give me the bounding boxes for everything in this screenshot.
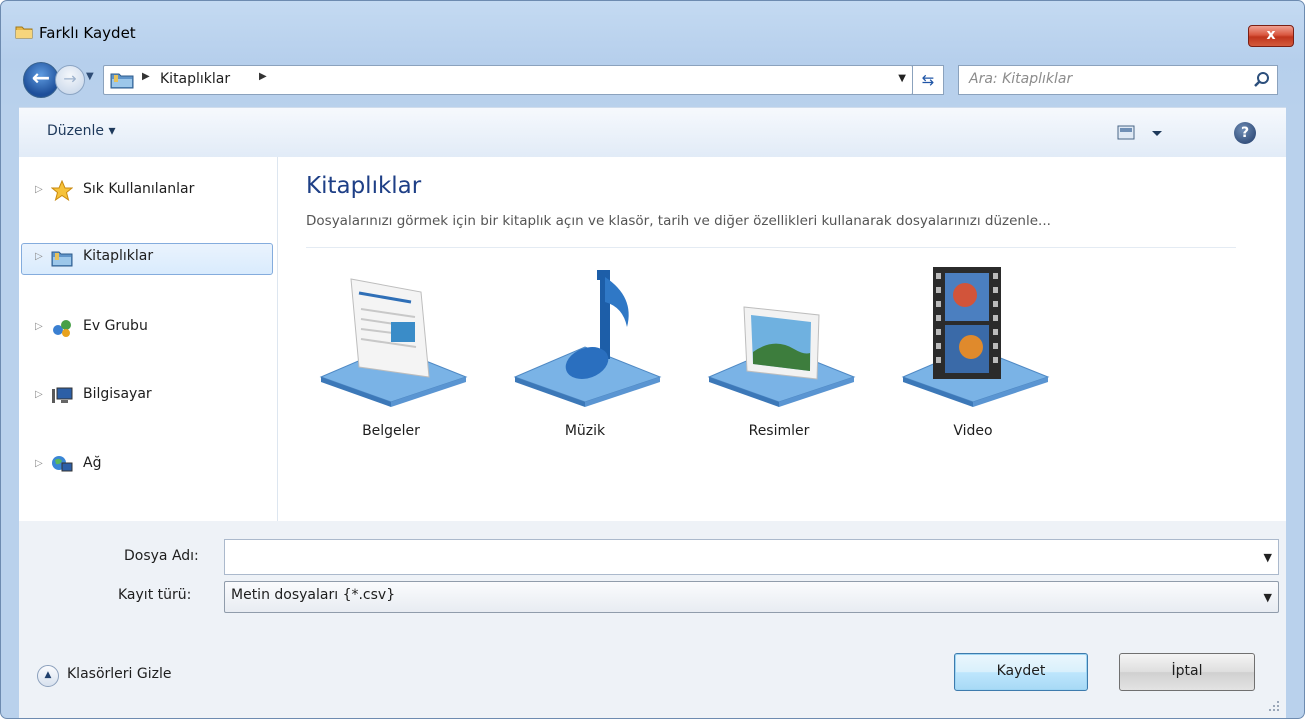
change-view-icon[interactable] (1116, 122, 1176, 144)
sidebar-item-label: Bilgisayar (83, 386, 152, 402)
sidebar-item-favorites[interactable]: ▷ Sık Kullanılanlar (21, 176, 271, 206)
hide-folders-label: Klasörleri Gizle (67, 666, 172, 682)
library-label: Müzik (564, 423, 606, 439)
command-bar: Düzenle ▾ ? (19, 107, 1286, 158)
homegroup-icon (53, 320, 71, 337)
expand-arrow-icon[interactable]: ▷ (35, 458, 43, 469)
refresh-button[interactable]: ⇆ (912, 65, 944, 95)
navigation-pane: ▷ Sık Kullanılanlar ▷ Kitaplıklar ▷ Ev G… (19, 157, 278, 521)
library-item-documents[interactable]: Belgeler (306, 267, 476, 447)
expand-arrow-icon[interactable]: ▷ (35, 389, 43, 400)
help-button[interactable]: ? (1234, 122, 1256, 144)
filetype-dropdown-icon[interactable]: ▼ (1264, 591, 1272, 604)
browser-pane: ▷ Sık Kullanılanlar ▷ Kitaplıklar ▷ Ev G… (19, 157, 1286, 521)
music-library-icon (513, 270, 662, 407)
sidebar-item-label: Kitaplıklar (83, 248, 154, 264)
address-dropdown-icon[interactable]: ▼ (898, 73, 906, 84)
sidebar-item-libraries[interactable]: ▷ Kitaplıklar (21, 243, 273, 275)
library-label: Video (953, 423, 993, 439)
save-as-dialog: Farklı Kaydet x ← → ▼ ▶ Kitaplıklar ▶ ▼ … (0, 0, 1305, 719)
breadcrumb-separator-icon[interactable]: ▶ (142, 71, 150, 82)
star-icon (51, 180, 73, 202)
filename-label: Dosya Adı: (124, 548, 199, 564)
save-button[interactable]: Kaydet (954, 653, 1088, 691)
filename-dropdown-icon[interactable]: ▼ (1264, 551, 1272, 564)
libraries-view: Kitaplıklar Dosyalarınızı görmek için bi… (278, 157, 1286, 521)
library-label: Belgeler (362, 423, 420, 439)
folder-icon (15, 26, 33, 39)
library-item-pictures[interactable]: Resimler (694, 267, 864, 447)
documents-library-icon (319, 278, 468, 407)
computer-icon (52, 387, 73, 403)
library-label: Resimler (748, 423, 810, 439)
sidebar-item-computer[interactable]: ▷ Bilgisayar (21, 381, 271, 411)
sidebar-item-network[interactable]: ▷ Ağ (21, 450, 271, 480)
navigation-bar: ← → ▼ ▶ Kitaplıklar ▶ ▼ ⇆ Ara: Kitaplıkl… (19, 61, 1294, 99)
pictures-library-icon (707, 306, 856, 407)
library-item-videos[interactable]: Video (888, 267, 1058, 447)
back-button[interactable]: ← (23, 62, 59, 98)
collapse-icon: ▲ (37, 665, 59, 687)
forward-button[interactable]: → (55, 65, 85, 95)
sidebar-item-label: Sık Kullanılanlar (83, 181, 195, 197)
page-title: Kitaplıklar (306, 173, 422, 199)
sidebar-item-label: Ağ (83, 455, 102, 471)
filename-field[interactable]: ▼ (224, 539, 1279, 575)
libraries-icon (110, 73, 134, 89)
organize-menu[interactable]: Düzenle ▾ (47, 123, 115, 139)
page-description: Dosyalarınızı görmek için bir kitaplık a… (306, 213, 1051, 229)
filetype-label: Kayıt türü: (118, 587, 192, 603)
filetype-value: Metin dosyaları {*.csv} (231, 587, 396, 603)
divider (306, 247, 1236, 248)
expand-arrow-icon[interactable]: ▷ (35, 251, 43, 262)
search-box[interactable]: Ara: Kitaplıklar (958, 65, 1278, 95)
expand-arrow-icon[interactable]: ▷ (35, 321, 43, 332)
filetype-select[interactable]: Metin dosyaları {*.csv} ▼ (224, 581, 1279, 613)
close-button[interactable]: x (1248, 25, 1294, 47)
window-title: Farklı Kaydet (39, 24, 136, 42)
search-placeholder: Ara: Kitaplıklar (969, 71, 1073, 87)
sidebar-item-label: Ev Grubu (83, 318, 148, 334)
title-bar: Farklı Kaydet x (1, 1, 1304, 57)
search-icon[interactable] (1253, 71, 1271, 89)
cancel-button[interactable]: İptal (1119, 653, 1255, 691)
breadcrumb-kitapliklar[interactable]: Kitaplıklar (160, 71, 230, 87)
videos-library-icon (901, 267, 1050, 407)
resize-grip-icon[interactable] (1268, 700, 1280, 712)
save-form: Dosya Adı: ▼ Kayıt türü: Metin dosyaları… (19, 521, 1286, 718)
expand-arrow-icon[interactable]: ▷ (35, 184, 43, 195)
breadcrumb-separator-icon[interactable]: ▶ (259, 71, 267, 82)
network-icon (52, 456, 73, 472)
library-item-music[interactable]: Müzik (500, 267, 670, 447)
libraries-icon (51, 251, 73, 267)
sidebar-item-homegroup[interactable]: ▷ Ev Grubu (21, 313, 271, 343)
address-bar[interactable]: ▶ Kitaplıklar ▶ ▼ (103, 65, 913, 95)
recent-locations-dropdown-icon[interactable]: ▼ (86, 71, 94, 82)
